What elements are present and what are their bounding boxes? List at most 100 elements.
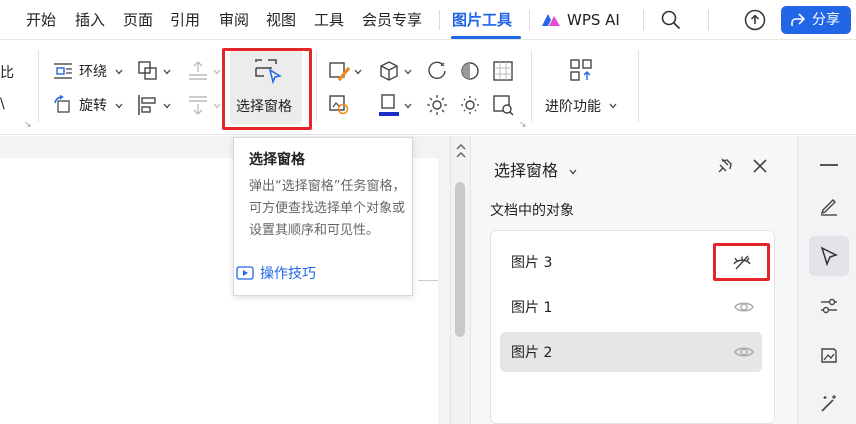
menu-bar: 开始 插入 页面 引用 审阅 视图 工具 会员专享 图片工具 WPS AI 分享 [0,0,856,40]
group-divider [531,50,532,122]
picture-effect-button[interactable] [328,93,352,117]
tab-insert[interactable]: 插入 [75,0,105,40]
object-name: 图片 3 [511,255,553,271]
play-video-icon [236,266,254,280]
chevron-down-icon [354,69,362,75]
share-button[interactable]: 分享 [781,6,851,34]
group-launcher-icon[interactable]: ↘ [24,120,32,130]
share-label: 分享 [812,12,840,28]
advanced-features-button[interactable]: 进阶功能 [545,56,621,118]
sliders-icon [821,298,837,314]
tool-select-button[interactable] [809,236,849,276]
tab-tools[interactable]: 工具 [314,0,344,40]
active-tab-indicator [451,36,521,39]
tips-link[interactable]: 操作技巧 [260,263,316,283]
tool-adjust-button[interactable] [809,286,849,326]
wrap-label: 环绕 [79,64,107,80]
highlight-selection-pane [222,48,312,130]
menu-divider [439,10,440,30]
3d-button[interactable] [378,59,414,83]
right-tool-strip [797,136,856,424]
pane-subtitle: 文档中的对象 [490,203,574,219]
ribbon-edge-label: 比 [0,65,14,81]
collapse-icon[interactable] [820,164,838,166]
send-backward-button[interactable] [187,93,223,117]
crop-circle-icon[interactable] [426,60,448,82]
tab-references[interactable]: 引用 [170,0,200,40]
eye-icon[interactable] [734,342,754,362]
share-icon [791,13,806,26]
bring-forward-icon [189,61,207,80]
chevron-down-icon [609,103,617,109]
wps-ai-button[interactable]: WPS AI [541,0,620,40]
tab-page[interactable]: 页面 [123,0,153,40]
send-backward-icon [189,96,207,115]
magic-icon [821,395,836,412]
eye-icon[interactable] [734,297,754,317]
wps-ai-label: WPS AI [567,11,620,29]
chevron-down-icon [163,69,171,75]
brightness-up-icon[interactable] [426,94,448,116]
apps-icon [570,59,592,81]
cube-icon [380,61,398,81]
tool-image-button[interactable] [809,336,849,376]
group-divider [638,50,639,122]
rotate-icon [54,95,70,113]
tab-home[interactable]: 开始 [26,0,56,40]
contrast-icon[interactable] [459,60,481,82]
tab-review[interactable]: 审阅 [219,0,249,40]
pin-icon[interactable] [716,157,734,175]
group-divider [316,50,317,122]
chevron-down-icon [569,169,577,174]
chevron-down-icon [404,103,412,109]
text-wrap-icon [54,63,72,79]
picture-border-button[interactable] [328,59,364,83]
brightness-down-icon[interactable] [459,94,481,116]
image-edit-icon [329,95,349,115]
rotate-button[interactable]: 旋转 [53,93,123,117]
picture-color-button[interactable] [378,93,414,119]
cloud-upload-icon[interactable] [744,9,766,31]
pane-title[interactable]: 选择窗格 [494,157,577,181]
chevron-down-icon [213,103,221,109]
scrollbar-thumb[interactable] [455,182,465,337]
chevron-down-icon [163,103,171,109]
tab-member[interactable]: 会员专享 [362,0,422,40]
chevron-down-icon [404,69,412,75]
tool-magic-button[interactable] [809,384,849,424]
align-left-icon [138,95,156,115]
ribbon-toolbar: 比 \ ↘ 环绕 旋转 选择窗格 ↘ 进阶功能 [0,40,856,135]
list-item[interactable]: 图片 2 [500,332,762,372]
tool-edit-button[interactable] [809,186,849,226]
selection-pane-tooltip: 选择窗格 弹出“选择窗格”任务窗格，可方便查找选择单个对象或设置其顺序和可见性。… [233,137,413,296]
menu-divider [708,10,709,30]
chevron-down-icon [115,69,123,75]
chevron-down-icon [213,69,221,75]
group-button[interactable] [137,59,173,83]
object-name: 图片 2 [511,345,553,361]
highlight-eye-toggle [713,243,770,281]
transparency-icon[interactable] [492,60,514,82]
ribbon-edge-label: \ [0,96,5,112]
advanced-features-label: 进阶功能 [545,99,601,115]
picture-search-icon[interactable] [492,94,514,116]
group-launcher-icon[interactable]: ↘ [519,120,527,130]
bring-forward-button[interactable] [187,59,223,83]
search-icon[interactable] [661,10,681,30]
close-icon[interactable] [752,158,768,174]
rotate-label: 旋转 [79,98,107,114]
wps-ai-icon [542,14,560,26]
picture-outline-icon [329,62,350,82]
wrap-button[interactable]: 环绕 [53,59,123,83]
group-icon [138,61,157,80]
tab-picture-tools[interactable]: 图片工具 [452,0,512,40]
pen-icon [820,199,837,216]
fill-color-icon [379,94,399,116]
margin-marker [418,280,438,281]
tooltip-description: 弹出“选择窗格”任务窗格，可方便查找选择单个对象或设置其顺序和可见性。 [249,179,406,238]
align-button[interactable] [137,93,173,117]
cursor-icon [820,246,838,266]
scroll-top-icon[interactable] [455,144,467,158]
list-item[interactable]: 图片 1 [500,287,762,327]
tab-view[interactable]: 视图 [266,0,296,40]
